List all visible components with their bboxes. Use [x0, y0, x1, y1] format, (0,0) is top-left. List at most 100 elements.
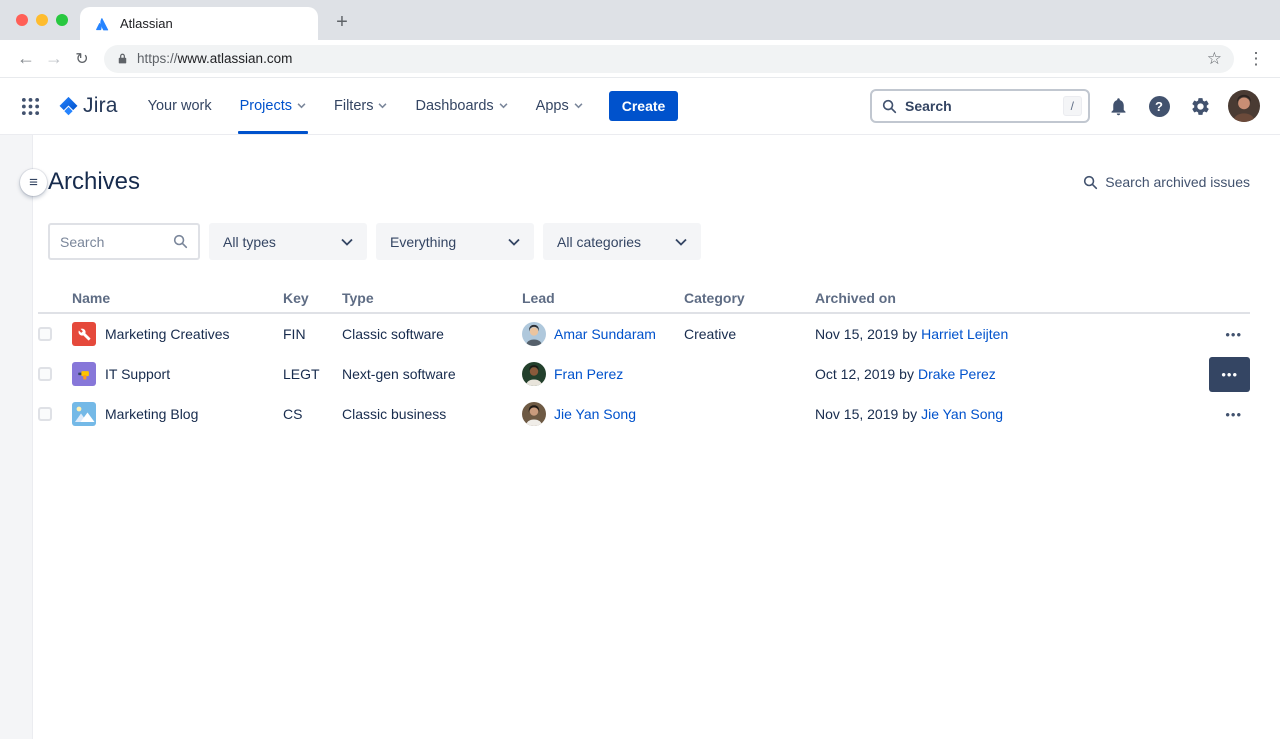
nav-item-projects[interactable]: Projects: [226, 78, 320, 134]
archived-on-cell: Oct 12, 2019 by Drake Perez: [815, 366, 1202, 382]
lead-link[interactable]: Fran Perez: [554, 366, 623, 382]
lead-avatar: [522, 322, 546, 346]
drill-icon: [72, 362, 96, 386]
project-name[interactable]: IT Support: [105, 366, 170, 382]
collapsed-sidebar-rail: [0, 135, 33, 739]
archived-by-link[interactable]: Jie Yan Song: [921, 406, 1003, 422]
project-key: LEGT: [283, 366, 342, 382]
mountains-icon: [72, 402, 96, 426]
search-archived-issues-label: Search archived issues: [1105, 174, 1250, 190]
project-key: CS: [283, 406, 342, 422]
project-category: Creative: [684, 326, 815, 342]
search-shortcut-badge: /: [1063, 96, 1082, 116]
scope-dropdown[interactable]: Everything: [376, 223, 534, 260]
project-key: FIN: [283, 326, 342, 342]
traffic-lights: [16, 14, 68, 26]
app-switcher-icon[interactable]: [14, 90, 46, 122]
forward-button[interactable]: →: [40, 45, 68, 73]
nav-right-controls: / ?: [870, 89, 1260, 123]
tab-title: Atlassian: [120, 16, 173, 31]
search-icon: [882, 99, 897, 114]
bookmark-star-icon[interactable]: ☆: [1207, 49, 1222, 69]
row-actions-button[interactable]: •••: [1217, 402, 1250, 427]
jira-logo[interactable]: Jira: [56, 94, 118, 119]
row-checkbox[interactable]: [38, 407, 52, 421]
wrench-icon: [72, 322, 96, 346]
create-button[interactable]: Create: [609, 91, 679, 121]
lead-link[interactable]: Jie Yan Song: [554, 406, 636, 422]
header-type: Type: [342, 290, 522, 306]
url-domain: www.atlassian.com: [178, 51, 293, 66]
lead-avatar: [522, 402, 546, 426]
nav-item-filters[interactable]: Filters: [320, 78, 401, 134]
chevron-down-icon: [574, 103, 583, 109]
browser-tab-bar: Atlassian +: [0, 0, 1280, 40]
filter-search-input[interactable]: [60, 234, 173, 250]
lead-link[interactable]: Amar Sundaram: [554, 326, 656, 342]
jira-mark-icon: [56, 94, 81, 119]
nav-label: Projects: [240, 98, 292, 114]
maximize-window-button[interactable]: [56, 14, 68, 26]
archived-connector: by: [902, 406, 917, 422]
header-lead: Lead: [522, 290, 684, 306]
jira-wordmark: Jira: [83, 94, 118, 118]
atlassian-favicon: [94, 16, 110, 32]
jira-top-nav: Jira Your work Projects Filters Dashboar…: [0, 78, 1280, 135]
reload-button[interactable]: ↻: [68, 45, 96, 73]
project-type: Classic business: [342, 406, 522, 422]
archived-by-link[interactable]: Harriet Leijten: [921, 326, 1008, 342]
sidebar-toggle-button[interactable]: ≡: [20, 169, 47, 196]
nav-item-your-work[interactable]: Your work: [134, 78, 226, 134]
help-icon[interactable]: ?: [1146, 93, 1172, 119]
nav-item-apps[interactable]: Apps: [522, 78, 597, 134]
chevron-down-icon: [675, 238, 687, 246]
categories-dropdown[interactable]: All categories: [543, 223, 701, 260]
primary-nav: Your work Projects Filters Dashboards Ap…: [134, 78, 597, 134]
close-window-button[interactable]: [16, 14, 28, 26]
browser-menu-icon[interactable]: ⋮: [1244, 49, 1268, 69]
table-row: IT Support LEGT Next-gen software Fran P…: [38, 354, 1250, 394]
filter-bar: All types Everything All categories: [48, 223, 1250, 260]
chevron-down-icon: [378, 103, 387, 109]
url-scheme: https://: [137, 51, 178, 66]
archived-by-link[interactable]: Drake Perez: [918, 366, 996, 382]
address-bar[interactable]: https://www.atlassian.com ☆: [104, 45, 1234, 73]
row-checkbox[interactable]: [38, 367, 52, 381]
new-tab-button[interactable]: +: [328, 8, 356, 36]
archived-connector: by: [899, 366, 914, 382]
lead-avatar: [522, 362, 546, 386]
nav-label: Apps: [536, 98, 569, 114]
header-category: Category: [684, 290, 815, 306]
back-button[interactable]: ←: [12, 45, 40, 73]
chevron-down-icon: [341, 238, 353, 246]
search-icon: [173, 234, 188, 249]
chevron-down-icon: [499, 103, 508, 109]
header-archived-on: Archived on: [815, 290, 1202, 306]
global-search-input[interactable]: [905, 98, 1055, 114]
row-checkbox[interactable]: [38, 327, 52, 341]
row-actions-button[interactable]: •••: [1217, 322, 1250, 347]
settings-gear-icon[interactable]: [1187, 93, 1213, 119]
chevron-down-icon: [297, 103, 306, 109]
filter-search[interactable]: [48, 223, 200, 260]
scope-dropdown-value: Everything: [390, 234, 456, 250]
project-type: Next-gen software: [342, 366, 522, 382]
search-archived-issues-link[interactable]: Search archived issues: [1083, 174, 1250, 190]
table-row: Marketing Creatives FIN Classic software…: [38, 314, 1250, 354]
row-actions-button-open[interactable]: •••: [1209, 357, 1250, 392]
archived-on-cell: Nov 15, 2019 by Jie Yan Song: [815, 406, 1202, 422]
project-name[interactable]: Marketing Creatives: [105, 326, 230, 342]
types-dropdown[interactable]: All types: [209, 223, 367, 260]
archived-projects-table: Name Key Type Lead Category Archived on: [38, 284, 1250, 434]
search-icon: [1083, 175, 1098, 190]
global-search[interactable]: /: [870, 89, 1090, 123]
project-name[interactable]: Marketing Blog: [105, 406, 198, 422]
archived-date: Nov 15, 2019: [815, 406, 898, 422]
table-row: Marketing Blog CS Classic business Jie Y…: [38, 394, 1250, 434]
notifications-bell-icon[interactable]: [1105, 93, 1131, 119]
minimize-window-button[interactable]: [36, 14, 48, 26]
url-text: https://www.atlassian.com: [137, 51, 1207, 66]
nav-item-dashboards[interactable]: Dashboards: [401, 78, 521, 134]
browser-tab[interactable]: Atlassian: [80, 7, 318, 40]
user-avatar[interactable]: [1228, 90, 1260, 122]
